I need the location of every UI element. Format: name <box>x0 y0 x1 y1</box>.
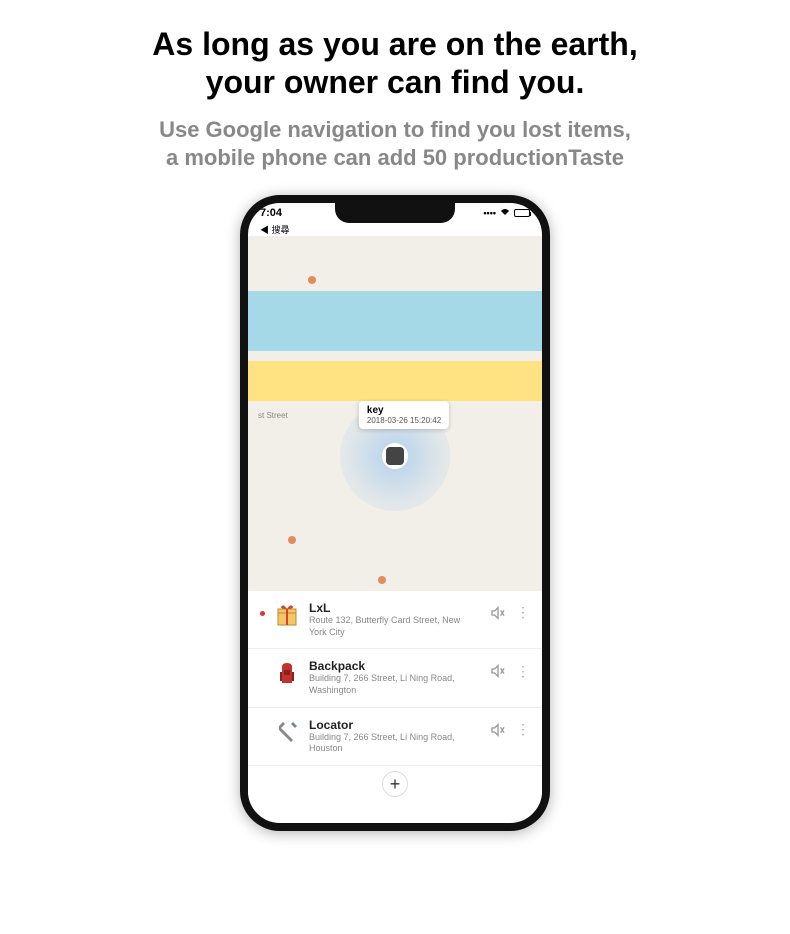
item-title: Locator <box>309 718 480 732</box>
item-address: Building 7, 266 Street, Li Ning Road, Ho… <box>309 732 480 755</box>
mute-icon[interactable] <box>490 663 506 679</box>
subtext-line2: a mobile phone can add 50 productionTast… <box>166 145 624 170</box>
item-title: Backpack <box>309 659 480 673</box>
item-address: Building 7, 266 Street, Li Ning Road, Wa… <box>309 673 480 696</box>
signal-icon: •••• <box>483 208 496 218</box>
callout-title: key <box>367 405 441 416</box>
list-item[interactable]: Backpack Building 7, 266 Street, Li Ning… <box>248 649 542 707</box>
wifi-icon <box>500 207 510 219</box>
list-item[interactable]: LxL Route 132, Butterfly Card Street, Ne… <box>248 591 542 649</box>
more-icon[interactable]: ⋮ <box>516 609 530 616</box>
list-item[interactable]: Locator Building 7, 266 Street, Li Ning … <box>248 708 542 766</box>
phone-notch <box>335 203 455 223</box>
status-time: 7:04 <box>260 207 282 219</box>
back-link[interactable]: ◀ 搜尋 <box>248 223 542 236</box>
headline-line2: your owner can find you. <box>206 64 585 100</box>
map-road <box>248 361 542 401</box>
tracker-list: LxL Route 132, Butterfly Card Street, Ne… <box>248 591 542 802</box>
subtext: Use Google navigation to find you lost i… <box>159 116 631 173</box>
callout-timestamp: 2018-03-26 15:20:42 <box>367 416 441 425</box>
tools-icon <box>275 720 299 744</box>
more-icon[interactable]: ⋮ <box>516 726 530 733</box>
location-marker[interactable] <box>382 443 408 469</box>
subtext-line1: Use Google navigation to find you lost i… <box>159 117 631 142</box>
location-callout[interactable]: key 2018-03-26 15:20:42 <box>359 401 449 429</box>
more-icon[interactable]: ⋮ <box>516 668 530 675</box>
map-poi <box>378 576 386 584</box>
plus-icon: + <box>390 774 401 795</box>
battery-icon <box>514 209 530 217</box>
backpack-icon <box>275 661 299 685</box>
headline: As long as you are on the earth, your ow… <box>152 25 637 102</box>
map-poi <box>288 536 296 544</box>
item-title: LxL <box>309 601 480 615</box>
map-river <box>248 291 542 351</box>
map-street-label: st Street <box>258 411 288 420</box>
marker-icon <box>386 447 404 465</box>
alert-dot-icon <box>260 611 265 616</box>
gift-icon <box>275 603 299 627</box>
add-button[interactable]: + <box>248 766 542 802</box>
phone-frame: 7:04 •••• ◀ 搜尋 st Street key 2018-03-26 … <box>240 195 550 831</box>
map-poi <box>308 276 316 284</box>
map-view[interactable]: st Street key 2018-03-26 15:20:42 <box>248 236 542 591</box>
item-address: Route 132, Butterfly Card Street, New Yo… <box>309 615 480 638</box>
headline-line1: As long as you are on the earth, <box>152 26 637 62</box>
mute-icon[interactable] <box>490 722 506 738</box>
mute-icon[interactable] <box>490 605 506 621</box>
